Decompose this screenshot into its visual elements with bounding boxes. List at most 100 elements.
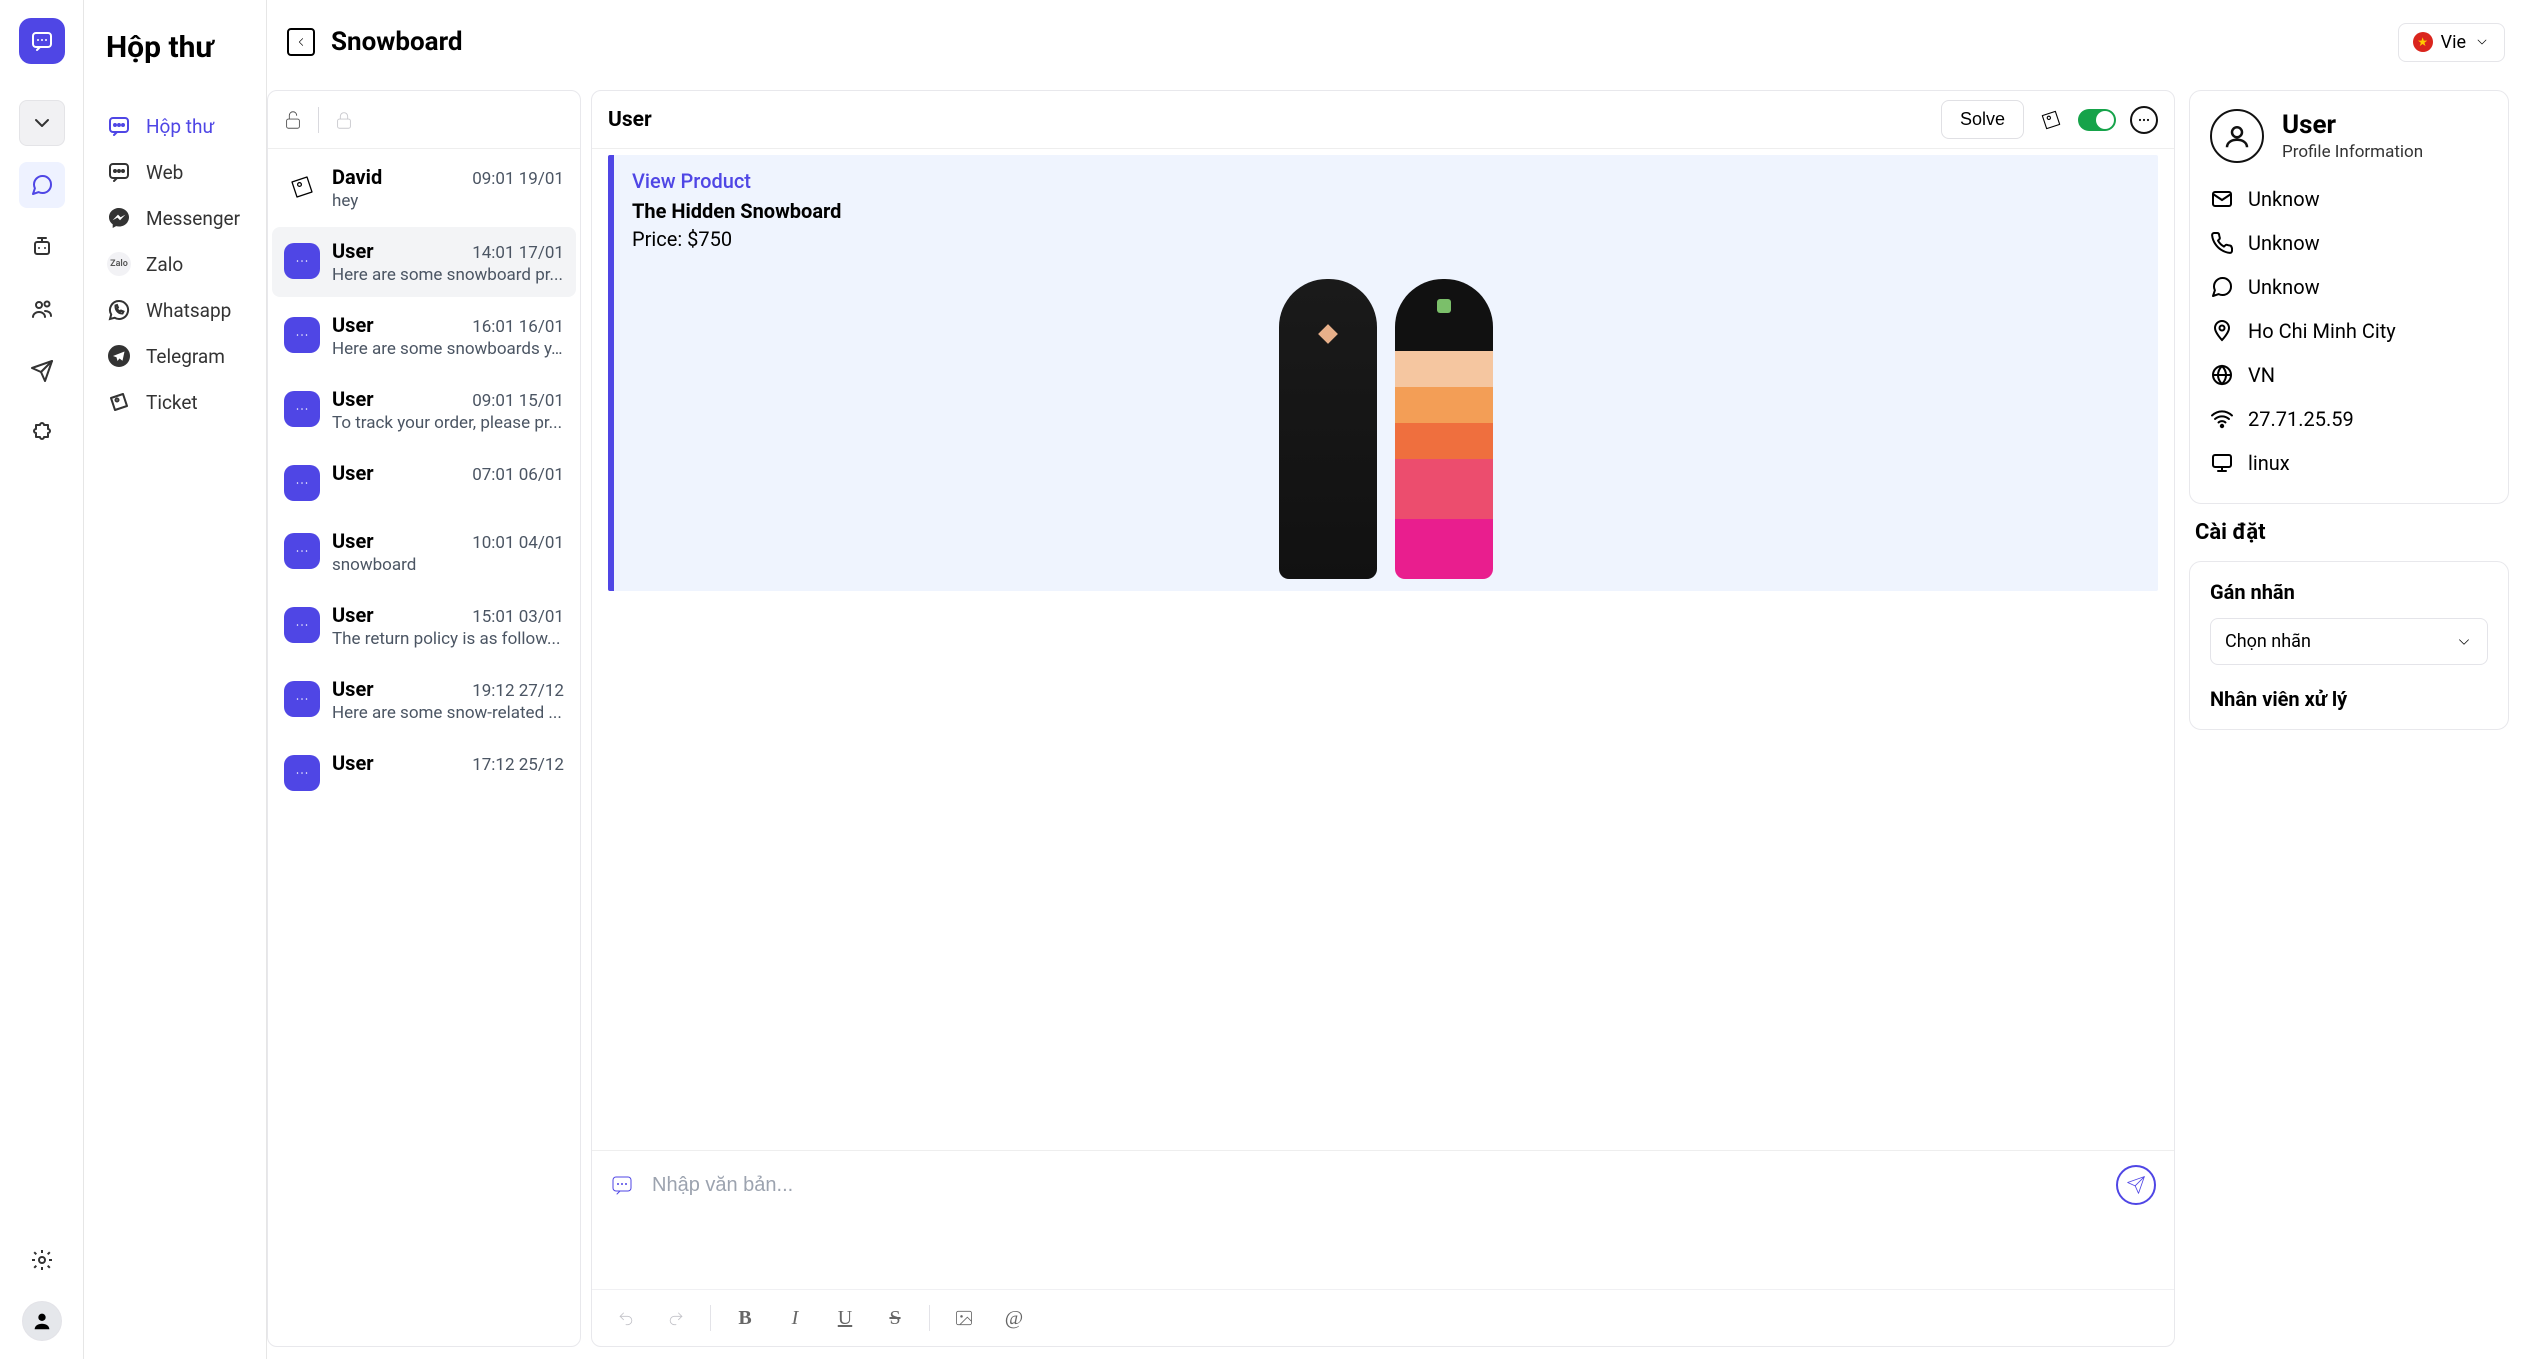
- monitor-icon: [2210, 451, 2234, 475]
- conversation-name: User: [332, 387, 374, 411]
- language-selector[interactable]: ★ Vie: [2398, 23, 2505, 62]
- info-panel: User Profile Information UnknowUnknowUnk…: [2185, 84, 2525, 1359]
- conversation-name: User: [332, 677, 374, 701]
- product-price: Price: $750: [632, 227, 2140, 251]
- conversation-name: David: [332, 165, 382, 189]
- profile-row-value: 27.71.25.59: [2248, 407, 2354, 431]
- composer: B I U S @: [592, 1150, 2174, 1346]
- profile-row-value: Unknow: [2248, 231, 2320, 255]
- conversation-preview: Here are some snow-related ...: [332, 703, 564, 723]
- underline-button[interactable]: U: [823, 1300, 867, 1336]
- message-input[interactable]: [652, 1174, 2098, 1197]
- sidebar-item-label: Telegram: [146, 345, 225, 368]
- chat-icon: [284, 755, 320, 791]
- topbar: Snowboard ★ Vie: [267, 0, 2525, 84]
- rail-collapse-button[interactable]: [19, 100, 65, 146]
- conversation-list: David09:01 19/01heyUser14:01 17/01Here a…: [268, 149, 580, 1346]
- send-button[interactable]: [2116, 1165, 2156, 1205]
- conversation-time: 14:01 17/01: [472, 243, 564, 263]
- conversation-item[interactable]: User15:01 03/01The return policy is as f…: [272, 591, 576, 661]
- sidebar-item-label: Web: [146, 161, 183, 184]
- redo-button[interactable]: [654, 1300, 698, 1336]
- pin-icon: [2210, 319, 2234, 343]
- conversation-item[interactable]: User10:01 04/01snowboard: [272, 517, 576, 587]
- sidebar-item-label: Zalo: [146, 253, 183, 276]
- sidebar-item-messenger[interactable]: Messenger: [96, 195, 254, 241]
- messenger-icon: [106, 205, 132, 231]
- bold-button[interactable]: B: [723, 1300, 767, 1336]
- conversation-time: 10:01 04/01: [472, 533, 564, 553]
- rail-integrations-icon[interactable]: [19, 410, 65, 456]
- conversation-name: User: [332, 603, 374, 627]
- phone-icon: [2210, 231, 2234, 255]
- product-card: View Product The Hidden Snowboard Price:…: [608, 155, 2158, 591]
- rail-bot-icon[interactable]: [19, 224, 65, 270]
- product-image: [632, 279, 2140, 579]
- profile-card: User Profile Information UnknowUnknowUnk…: [2189, 90, 2509, 504]
- conversation-item[interactable]: User17:12 25/12: [272, 739, 576, 803]
- rail-avatar[interactable]: [22, 1301, 62, 1341]
- italic-button[interactable]: I: [773, 1300, 817, 1336]
- profile-row-value: Unknow: [2248, 275, 2320, 299]
- conversation-time: 19:12 27/12: [472, 681, 564, 701]
- sidebar-item-zalo[interactable]: Zalo Zalo: [96, 241, 254, 287]
- telegram-icon: [106, 343, 132, 369]
- ticket-icon: [284, 169, 320, 205]
- composer-mode-icon[interactable]: [610, 1173, 634, 1197]
- sidebar-item-label: Whatsapp: [146, 299, 231, 322]
- profile-row-value: Ho Chi Minh City: [2248, 319, 2396, 343]
- conversation-item[interactable]: User09:01 15/01To track your order, plea…: [272, 375, 576, 445]
- mail-icon: [2210, 187, 2234, 211]
- conversation-preview: Here are some snowboard pr...: [332, 265, 564, 285]
- sidebar-item-label: Messenger: [146, 207, 240, 230]
- conversation-item[interactable]: David09:01 19/01hey: [272, 153, 576, 223]
- more-menu-button[interactable]: [2130, 106, 2158, 134]
- conversation-preview: snowboard: [332, 555, 564, 575]
- profile-subtitle: Profile Information: [2282, 142, 2423, 162]
- profile-row-chat: Unknow: [2210, 265, 2488, 309]
- settings-card: Gán nhãn Chọn nhãn Nhân viên xử lý: [2189, 561, 2509, 730]
- conversation-item[interactable]: User07:01 06/01: [272, 449, 576, 513]
- sidebar-item-web[interactable]: Web: [96, 149, 254, 195]
- conversation-item[interactable]: User14:01 17/01Here are some snowboard p…: [272, 227, 576, 297]
- settings-title: Cài đặt: [2189, 520, 2509, 545]
- rail-campaigns-icon[interactable]: [19, 348, 65, 394]
- rail-settings-icon[interactable]: [19, 1237, 65, 1283]
- undo-button[interactable]: [604, 1300, 648, 1336]
- conversation-time: 17:12 25/12: [472, 755, 564, 775]
- chat-icon: [284, 317, 320, 353]
- sidebar-item-inbox[interactable]: Hộp thư: [96, 103, 254, 149]
- conversation-time: 07:01 06/01: [472, 465, 564, 485]
- sidebar-item-ticket[interactable]: Ticket: [96, 379, 254, 425]
- rail-contacts-icon[interactable]: [19, 286, 65, 332]
- conversation-item[interactable]: User16:01 16/01Here are some snowboards …: [272, 301, 576, 371]
- view-product-link[interactable]: View Product: [632, 169, 751, 193]
- mention-button[interactable]: @: [992, 1300, 1036, 1336]
- locked-filter-icon[interactable]: [333, 109, 355, 131]
- rail-inbox-icon[interactable]: [19, 162, 65, 208]
- ticket-icon[interactable]: [2038, 107, 2064, 133]
- image-button[interactable]: [942, 1300, 986, 1336]
- strike-button[interactable]: S: [873, 1300, 917, 1336]
- assignee-section-title: Nhân viên xử lý: [2210, 687, 2488, 711]
- web-icon: [106, 159, 132, 185]
- profile-avatar: [2210, 109, 2264, 163]
- profile-row-value: linux: [2248, 451, 2290, 475]
- sidebar-collapse-button[interactable]: [287, 28, 315, 56]
- conversation-item[interactable]: User 19:12 27/12Here are some snow-relate…: [272, 665, 576, 735]
- label-select[interactable]: Chọn nhãn: [2210, 618, 2488, 665]
- profile-row-value: VN: [2248, 363, 2275, 387]
- sidebar-item-label: Ticket: [146, 391, 198, 414]
- chat-icon: [284, 465, 320, 501]
- sidebar-item-whatsapp[interactable]: Whatsapp: [96, 287, 254, 333]
- solve-button[interactable]: Solve: [1941, 100, 2024, 139]
- profile-name: User: [2282, 110, 2423, 140]
- zalo-icon: Zalo: [106, 251, 132, 277]
- profile-row-pin: Ho Chi Minh City: [2210, 309, 2488, 353]
- page-title: Snowboard: [331, 27, 463, 57]
- profile-row-globe: VN: [2210, 353, 2488, 397]
- sidebar-item-telegram[interactable]: Telegram: [96, 333, 254, 379]
- unlocked-filter-icon[interactable]: [282, 109, 304, 131]
- app-logo[interactable]: [19, 18, 65, 64]
- bot-toggle[interactable]: [2078, 109, 2116, 131]
